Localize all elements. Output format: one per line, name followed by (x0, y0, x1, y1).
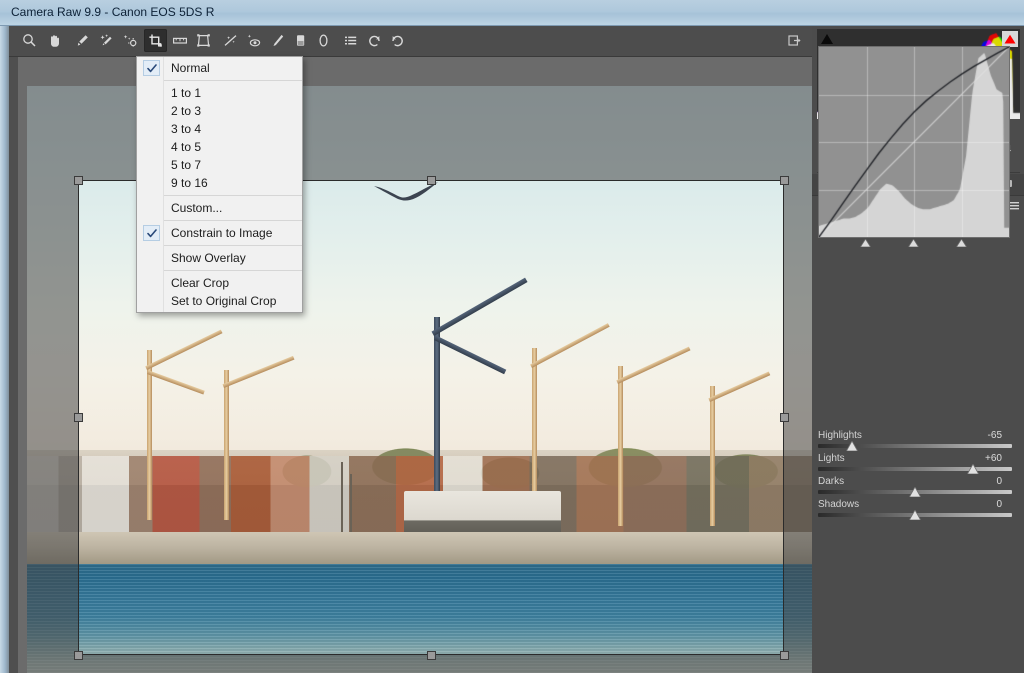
slider-track-lights[interactable] (818, 467, 1012, 471)
tone-curve-graph[interactable] (818, 46, 1010, 238)
highlight-clipping-indicator[interactable] (1002, 31, 1018, 47)
transform-tool[interactable] (192, 29, 215, 52)
crop-menu-separator (164, 80, 302, 81)
tone-curve-canvas (819, 47, 1009, 237)
crane-right-2 (592, 346, 691, 527)
crop-menu-item-clear-crop[interactable]: Clear Crop (137, 274, 302, 292)
shadow-clipping-indicator[interactable] (819, 31, 835, 47)
slider-value-highlights[interactable]: -65 (988, 430, 1002, 442)
rotate-right-tool[interactable] (386, 29, 409, 52)
slider-thumb-lights[interactable] (966, 463, 980, 475)
slider-value-shadows[interactable]: 0 (996, 499, 1002, 511)
crop-menu-separator (164, 195, 302, 196)
panel-empty-area (812, 538, 1024, 673)
slider-label-shadows: Shadows (818, 499, 860, 510)
zoom-tool[interactable] (18, 29, 41, 52)
mast-pole-1 (341, 462, 343, 533)
menu-checkmark-icon (143, 60, 160, 76)
rotate-left-tool[interactable] (363, 29, 386, 52)
water-region (27, 564, 812, 673)
crop-menu-item-constrain-to-image[interactable]: Constrain to Image (137, 224, 302, 242)
crop-menu-item-2-to-3[interactable]: 2 to 3 (137, 102, 302, 120)
crop-handle-middle-left[interactable] (74, 413, 83, 422)
red-eye-removal-tool[interactable] (242, 29, 265, 52)
crane-left (121, 329, 223, 521)
slider-darks[interactable]: Darks 0 (812, 476, 1024, 499)
slider-thumb-highlights[interactable] (845, 440, 859, 452)
graduated-filter-tool[interactable] (289, 29, 312, 52)
crane-left-2 (200, 356, 295, 521)
slider-value-lights[interactable]: +60 (985, 453, 1002, 465)
targeted-adjustment-tool[interactable] (119, 29, 142, 52)
crop-menu-item-label: 5 to 7 (171, 158, 202, 172)
slider-label-lights: Lights (818, 453, 845, 464)
crop-menu-item-5-to-7[interactable]: 5 to 7 (137, 156, 302, 174)
curve-marker-lights-highlights[interactable] (955, 238, 968, 248)
crop-handle-top-left[interactable] (74, 176, 83, 185)
crop-menu-item-label: 2 to 3 (171, 104, 202, 118)
curve-marker-darks-lights[interactable] (907, 238, 920, 248)
crop-menu-item-label: 1 to 1 (171, 86, 202, 100)
crop-menu-item-show-overlay[interactable]: Show Overlay (137, 249, 302, 267)
crop-menu-item-label: Normal (171, 61, 210, 75)
crop-handle-bottom-left[interactable] (74, 651, 83, 660)
spot-removal-tool[interactable] (219, 29, 242, 52)
crop-menu-item-4-to-5[interactable]: 4 to 5 (137, 138, 302, 156)
slider-label-darks: Darks (818, 476, 845, 487)
crop-menu-item-custom[interactable]: Custom... (137, 199, 302, 217)
radial-filter-tool[interactable] (312, 29, 335, 52)
crop-menu-separator (164, 270, 302, 271)
crop-handle-top-center[interactable] (427, 176, 436, 185)
crop-menu-separator (164, 220, 302, 221)
hand-tool[interactable] (43, 29, 66, 52)
crop-handle-bottom-right[interactable] (780, 651, 789, 660)
crop-menu-item-label: Custom... (171, 201, 223, 215)
crop-options-menu[interactable]: Normal 1 to 1 2 to 3 3 to 4 4 to 5 5 to 7 9 to… (136, 56, 303, 313)
crop-handle-top-right[interactable] (780, 176, 789, 185)
crop-handle-bottom-center[interactable] (427, 651, 436, 660)
mast-pole-2 (350, 474, 353, 533)
crop-menu-item-label: 9 to 16 (171, 176, 208, 190)
crop-menu-item-label: 4 to 5 (171, 140, 202, 154)
open-preferences-button[interactable] (783, 29, 806, 52)
curve-marker-shadows-darks[interactable] (859, 238, 872, 248)
quay-wall (27, 532, 812, 568)
parametric-sliders: Highlights -65 Lights +60 Darks 0 Shadow… (812, 430, 1024, 522)
window-left-edge (0, 26, 9, 673)
slider-lights[interactable]: Lights +60 (812, 453, 1024, 476)
slider-thumb-darks[interactable] (908, 486, 922, 498)
window-title: Camera Raw 9.9 - Canon EOS 5DS R (11, 5, 215, 19)
crop-tool[interactable] (144, 29, 167, 52)
crop-menu-item-3-to-4[interactable]: 3 to 4 (137, 120, 302, 138)
white-balance-tool[interactable] (71, 29, 94, 52)
crop-menu-item-label: Clear Crop (171, 276, 230, 290)
panel-menu-icon[interactable] (1009, 201, 1019, 210)
crop-menu-item-label: Show Overlay (171, 251, 246, 265)
slider-value-darks[interactable]: 0 (996, 476, 1002, 488)
crop-handle-middle-right[interactable] (780, 413, 789, 422)
title-bar: Camera Raw 9.9 - Canon EOS 5DS R (0, 0, 1024, 26)
crop-menu-item-normal[interactable]: Normal (137, 59, 302, 77)
slider-shadows[interactable]: Shadows 0 (812, 499, 1024, 522)
color-sampler-tool[interactable] (95, 29, 118, 52)
crop-menu-item-set-to-original-crop[interactable]: Set to Original Crop (137, 292, 302, 310)
crane-right-3 (686, 371, 771, 527)
curve-region-markers (818, 238, 1010, 248)
crop-menu-item-label: Set to Original Crop (171, 294, 277, 308)
image-preview-area[interactable] (9, 57, 812, 673)
crop-menu-item-label: Constrain to Image (171, 226, 273, 240)
straighten-tool[interactable] (168, 29, 191, 52)
adjustment-brush-tool[interactable] (266, 29, 289, 52)
presets-tool[interactable] (339, 29, 362, 52)
camera-raw-window: Camera Raw 9.9 - Canon EOS 5DS R Highlig… (0, 0, 1024, 673)
crop-menu-item-label: 3 to 4 (171, 122, 202, 136)
right-panel: R: ---- G: ---- B: ---- f/5,6 1/ (812, 26, 1024, 673)
toolbar (9, 26, 812, 57)
crop-menu-separator (164, 245, 302, 246)
slider-highlights[interactable]: Highlights -65 (812, 430, 1024, 453)
menu-checkmark-icon (143, 225, 160, 241)
crop-menu-item-9-to-16[interactable]: 9 to 16 (137, 174, 302, 192)
slider-thumb-shadows[interactable] (908, 509, 922, 521)
crop-menu-item-1-to-1[interactable]: 1 to 1 (137, 84, 302, 102)
